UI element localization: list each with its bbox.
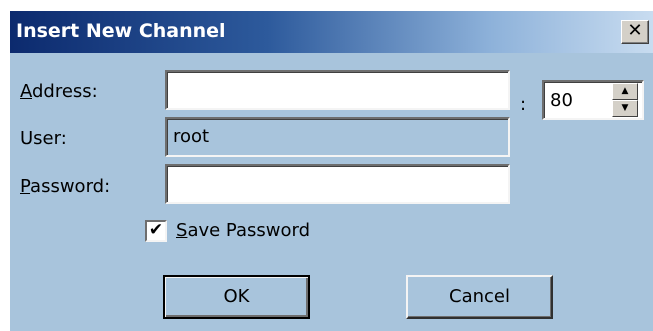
checkmark-icon: ✔ <box>148 220 164 240</box>
close-icon: ✕ <box>627 20 643 41</box>
address-label: Address: <box>20 81 98 102</box>
spin-down-button[interactable]: ▼ <box>612 100 638 117</box>
port-separator: : <box>520 94 527 115</box>
port-value[interactable]: 80 <box>550 90 573 111</box>
dialog-title: Insert New Channel <box>16 20 226 42</box>
save-password-checkbox[interactable]: ✔ <box>145 220 167 242</box>
background-strip <box>0 0 653 11</box>
close-button[interactable]: ✕ <box>621 20 649 44</box>
spin-up-arrow-icon: ▲ <box>621 86 629 96</box>
insert-new-channel-dialog: Insert New Channel ✕ Address: : 80 ▲ ▼ U… <box>10 11 653 331</box>
save-password-label[interactable]: Save Password <box>176 220 310 241</box>
port-spinbox[interactable]: 80 ▲ ▼ <box>542 80 644 120</box>
user-value: root <box>173 126 210 147</box>
spin-up-button[interactable]: ▲ <box>612 83 638 100</box>
user-label: User: <box>20 128 67 149</box>
cancel-button[interactable]: Cancel <box>406 275 553 319</box>
title-bar[interactable]: Insert New Channel ✕ <box>10 11 653 53</box>
password-input[interactable] <box>165 164 510 204</box>
address-input[interactable] <box>165 70 510 110</box>
spin-down-arrow-icon: ▼ <box>621 103 629 113</box>
user-field: root <box>165 117 510 157</box>
ok-button[interactable]: OK <box>163 275 310 319</box>
password-label: Password: <box>20 176 111 197</box>
